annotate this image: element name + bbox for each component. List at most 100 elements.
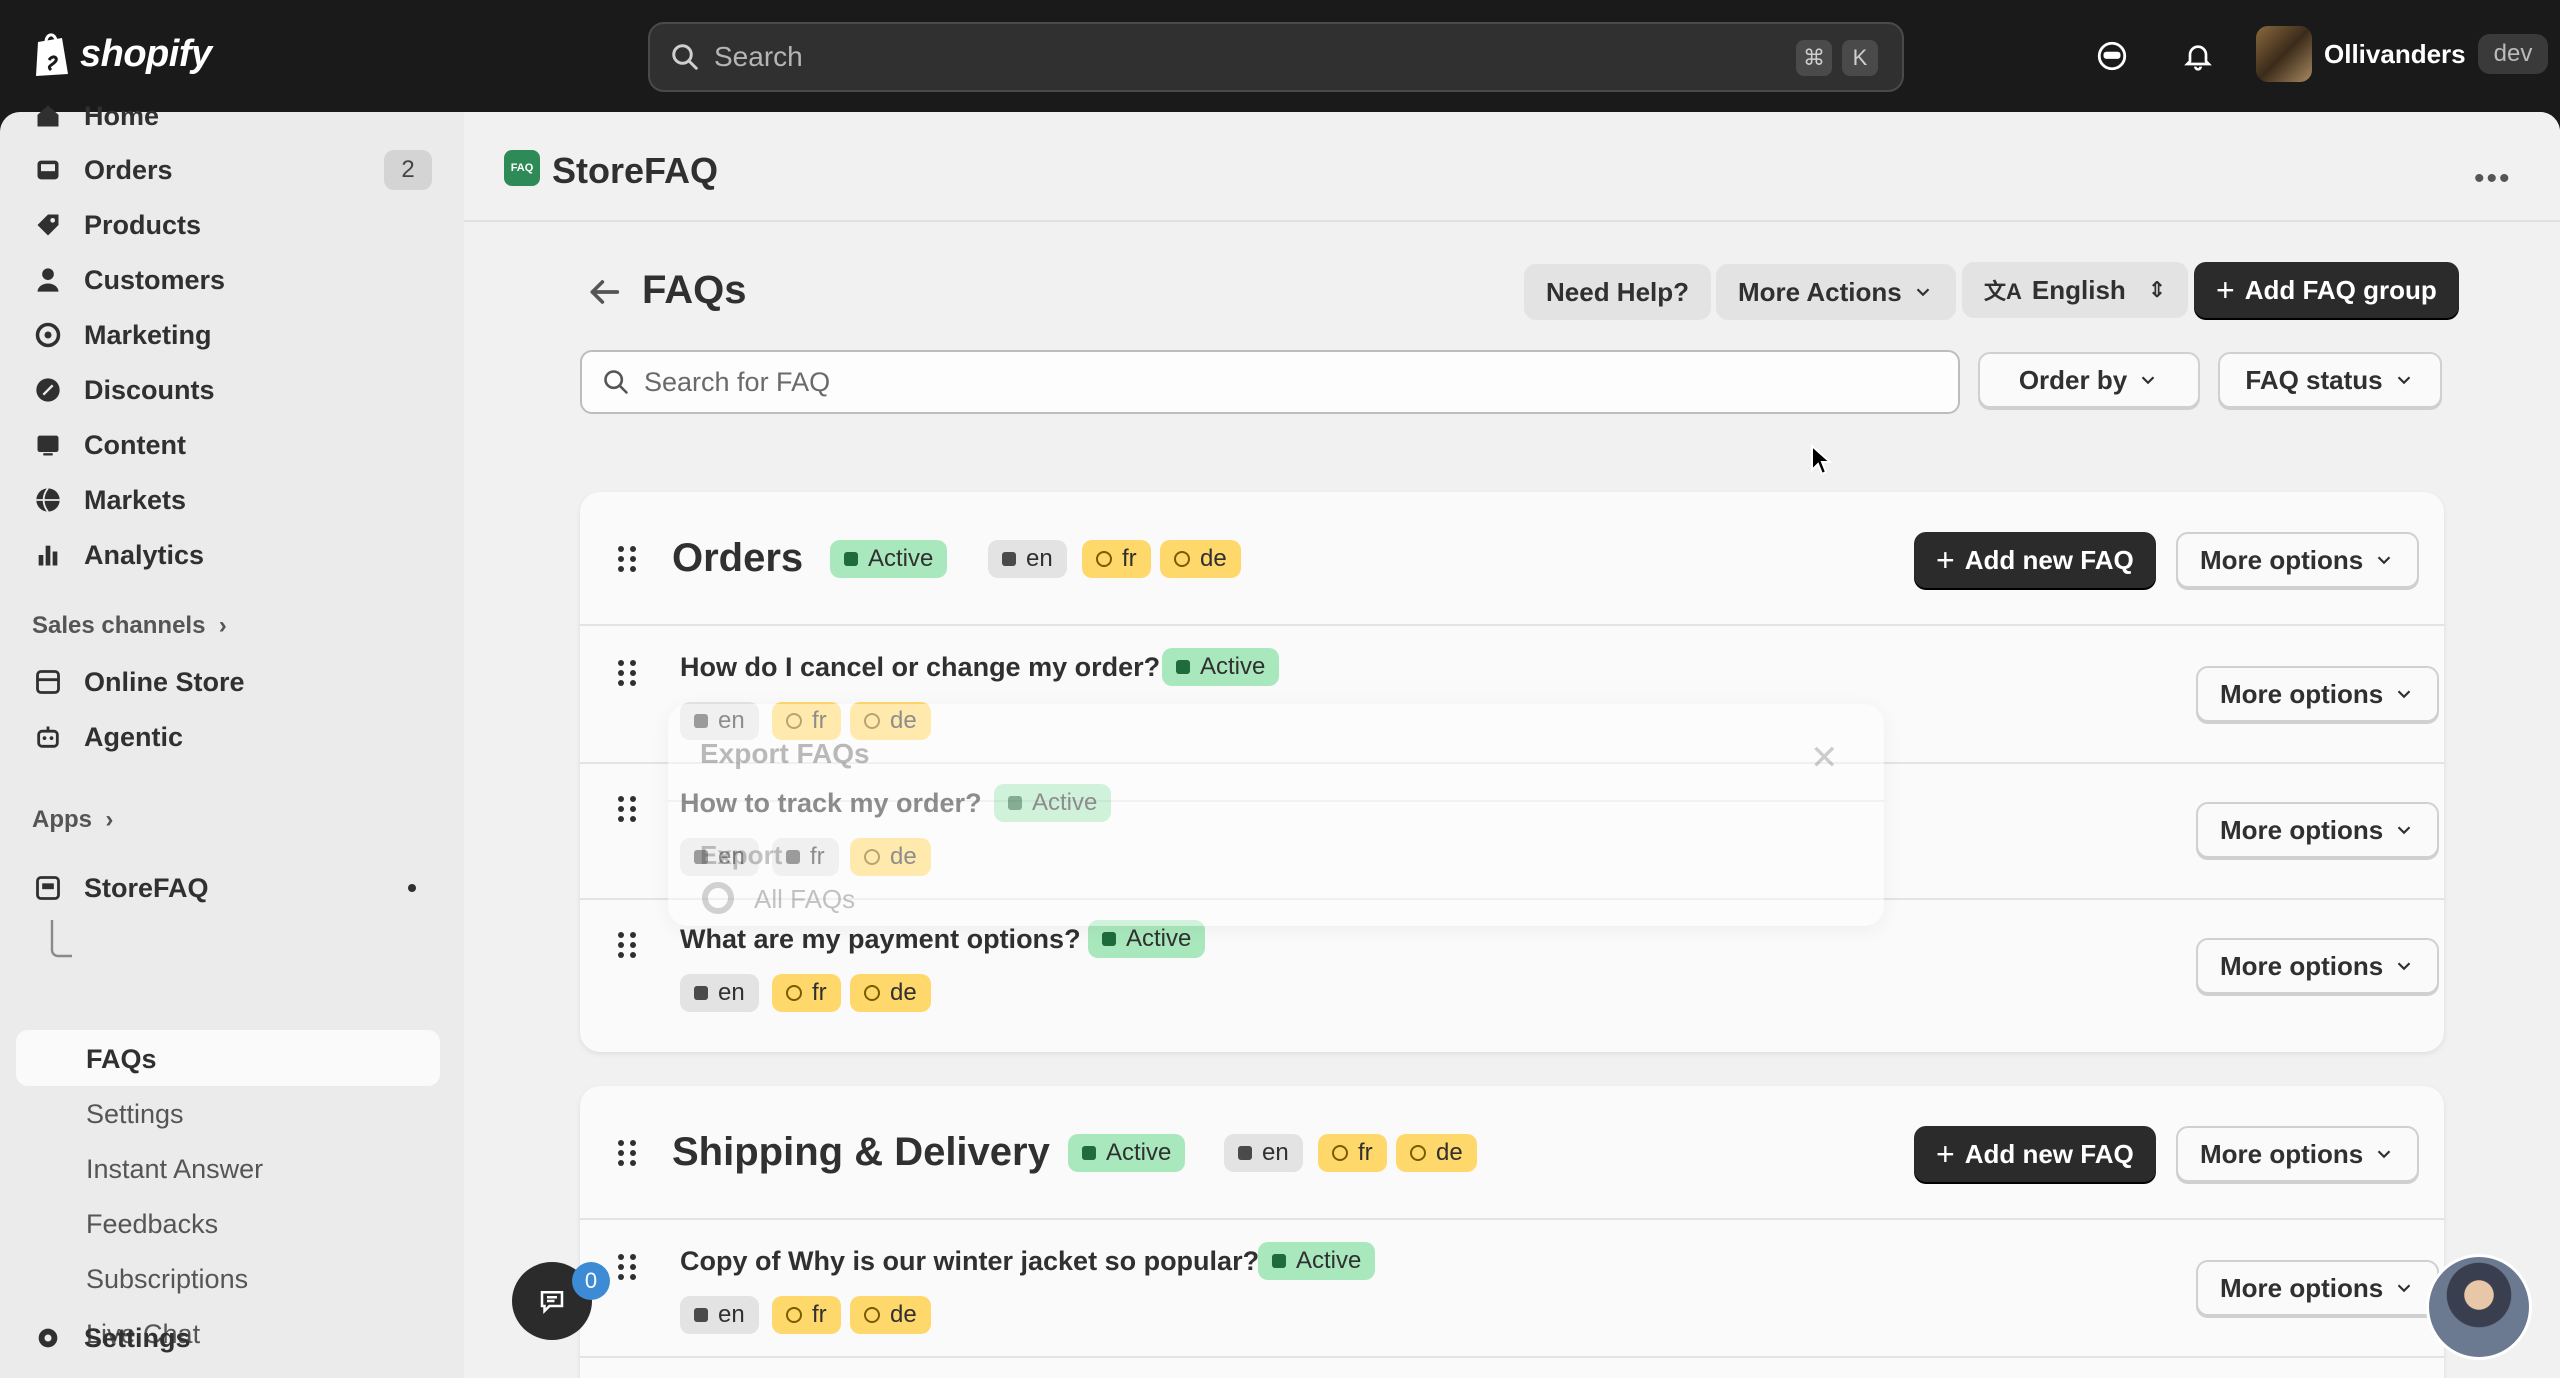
content-icon [32,429,64,461]
sidebar-item-agentic[interactable]: Agentic [32,721,183,753]
add-new-faq-button[interactable]: + Add new FAQ [1914,1126,2156,1182]
sidebar-sub-instant-answer[interactable]: Instant Answer [86,1154,263,1185]
user-name: Ollivanders [2324,38,2466,69]
lang-dot-icon [1002,552,1016,566]
status-badge: Active [1162,648,1280,686]
faq-status-dropdown[interactable]: FAQ status [2218,352,2442,408]
sidebar-item-label: Analytics [84,539,205,570]
group-more-options-button[interactable]: More options [2176,1126,2420,1182]
support-agent-avatar[interactable] [2426,1254,2532,1360]
export-faqs-modal: Export FAQs ✕ Export All FAQs [668,704,1884,926]
sidebar-item-label: Online Store [84,666,245,697]
apps-header[interactable]: Apps › [32,806,113,834]
sidebar-item-analytics[interactable]: Analytics [32,539,204,571]
sidebar-item-orders[interactable]: Orders [32,154,173,186]
group-more-options-button[interactable]: More options [2176,532,2420,588]
lang-ring-icon [864,985,880,1001]
drag-handle-icon[interactable] [616,1138,638,1168]
drag-handle-icon[interactable] [616,544,638,574]
bar-chart-icon [32,539,64,571]
faq-question[interactable]: What are my payment options? [680,924,1081,955]
faq-more-options-button[interactable]: More options [2196,666,2440,722]
sidebar-item-label: Agentic [84,721,184,752]
global-search[interactable]: Search ⌘ K [648,22,1904,92]
add-faq-group-label: Add FAQ group [2244,274,2437,305]
sidebar-item-customers[interactable]: Customers [32,264,225,296]
sidebar-item-products[interactable]: Products [32,209,201,241]
status-dot-icon [1176,660,1190,674]
order-by-dropdown[interactable]: Order by [1978,352,2200,408]
chevron-down-icon [2377,1150,2391,1159]
sidebar-item-markets[interactable]: Markets [32,484,186,516]
sidebar-item-label: Marketing [84,319,212,350]
need-help-button[interactable]: Need Help? [1524,264,1712,320]
faq-question[interactable]: Copy of Why is our winter jacket so popu… [680,1246,1259,1277]
faq-search-placeholder: Search for FAQ [644,366,831,397]
gear-icon [32,1322,64,1354]
all-faqs-radio[interactable] [702,882,734,914]
status-label: Active [1200,653,1266,680]
faq-search-input[interactable]: Search for FAQ [580,350,1960,414]
chevron-down-icon [2397,376,2410,385]
lang-label: en [718,979,745,1006]
sidebar-item-label: Home [84,100,160,131]
sidebar-item-marketing[interactable]: Marketing [32,319,212,351]
faq-more-options-button[interactable]: More options [2196,1260,2440,1316]
more-horizontal-icon[interactable]: ••• [2474,162,2512,196]
sidebar-item-label: Products [84,209,202,240]
sidebar-item-settings-main[interactable]: Settings [32,1322,191,1354]
sidebar-sub-settings[interactable]: Settings [86,1099,184,1130]
add-new-faq-button[interactable]: + Add new FAQ [1914,532,2156,588]
sidebar-item-home[interactable]: Home [32,100,159,132]
shopify-logo[interactable]: shopify [32,30,212,78]
drag-handle-icon[interactable] [616,794,638,824]
lang-dot-icon [694,1308,708,1322]
sidebar-item-online-store[interactable]: Online Store [32,666,245,698]
chevron-right-icon: › [98,806,114,833]
sidebar-item-storefaq[interactable]: StoreFAQ [32,872,209,904]
faq-question[interactable]: How do I cancel or change my order? [680,652,1160,683]
status-dot-icon [1082,1146,1096,1160]
faq-group-title: Shipping & Delivery [672,1130,1050,1174]
top-bar: shopify Search ⌘ K Ollivanders dev [0,0,2560,112]
sidebar-item-content[interactable]: Content [32,429,186,461]
sales-channels-header[interactable]: Sales channels › [32,612,227,640]
sidebar-sub-feedbacks[interactable]: Feedbacks [86,1209,218,1240]
add-faq-group-button[interactable]: + Add FAQ group [2194,262,2459,318]
chevron-down-icon [1916,288,1929,297]
bell-icon[interactable] [2178,36,2218,76]
sidebar-sub-faqs[interactable]: FAQs [86,1044,157,1075]
sidebar-sub-subscriptions[interactable]: Subscriptions [86,1264,248,1295]
sidekick-icon[interactable] [2092,36,2132,76]
drag-handle-icon[interactable] [616,658,638,688]
home-icon [32,100,64,132]
language-selector[interactable]: 文A English ⇕ [1962,262,2189,318]
lang-ring-icon [864,1307,880,1323]
drag-handle-icon[interactable] [616,1252,638,1282]
chevron-down-icon [2397,962,2411,971]
chevron-down-icon [2377,556,2391,565]
lang-ring-icon [1096,551,1112,567]
sidebar-item-discounts[interactable]: Discounts [32,374,215,406]
drag-handle-icon[interactable] [616,930,638,960]
apps-label: Apps [32,806,92,833]
faq-more-options-button[interactable]: More options [2196,802,2440,858]
lang-badge-de: de [1396,1134,1477,1172]
lang-badge-fr: fr [772,1296,841,1334]
more-actions-button[interactable]: More Actions [1716,264,1956,320]
status-dot-icon [844,552,858,566]
target-icon [32,319,64,351]
lang-label: de [890,979,917,1006]
shortcut-cmd-key: ⌘ [1796,40,1832,76]
lang-ring-icon [1410,1145,1426,1161]
user-menu[interactable]: Ollivanders dev [2256,26,2549,82]
app-header: FAQ StoreFAQ ••• [464,112,2560,222]
pin-dot-icon [408,884,416,892]
faq-group-header: Orders Active en fr de + Add new FAQ More… [580,492,2444,626]
faq-more-options-button[interactable]: More options [2196,938,2440,994]
sidebar: Home Orders 2 Products Customers Marketi… [0,101,464,1378]
lang-badge-de: de [850,1296,931,1334]
more-actions-label: More Actions [1738,276,1902,307]
close-icon[interactable]: ✕ [1810,738,1839,778]
back-arrow-icon[interactable] [584,272,624,312]
